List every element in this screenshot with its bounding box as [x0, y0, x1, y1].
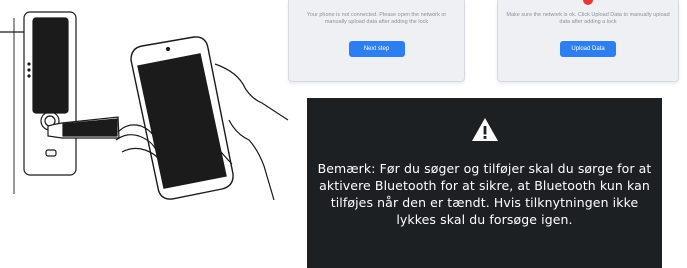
next-step-button[interactable]: Next step	[348, 41, 405, 57]
upload-data-card: Make sure the network is ok. Click Uploa…	[497, 0, 679, 82]
alert-indicator	[583, 0, 593, 5]
smartphone-icon	[130, 36, 234, 200]
warning-triangle-icon	[472, 118, 498, 141]
door-lock-icon	[0, 11, 120, 194]
upload-message: Make sure the network is ok. Click Uploa…	[506, 12, 670, 25]
not-connected-message: Your phone is not connected. Please open…	[306, 12, 447, 25]
notice-text: Bemærk: Før du søger og tilføjer skal du…	[317, 161, 652, 227]
lock-and-phone-illustration	[0, 11, 289, 200]
phone-not-connected-card: Your phone is not connected. Please open…	[288, 0, 465, 82]
upload-data-button[interactable]: Upload Data	[560, 41, 616, 57]
warning-notice: Bemærk: Før du søger og tilføjer skal du…	[307, 98, 662, 268]
